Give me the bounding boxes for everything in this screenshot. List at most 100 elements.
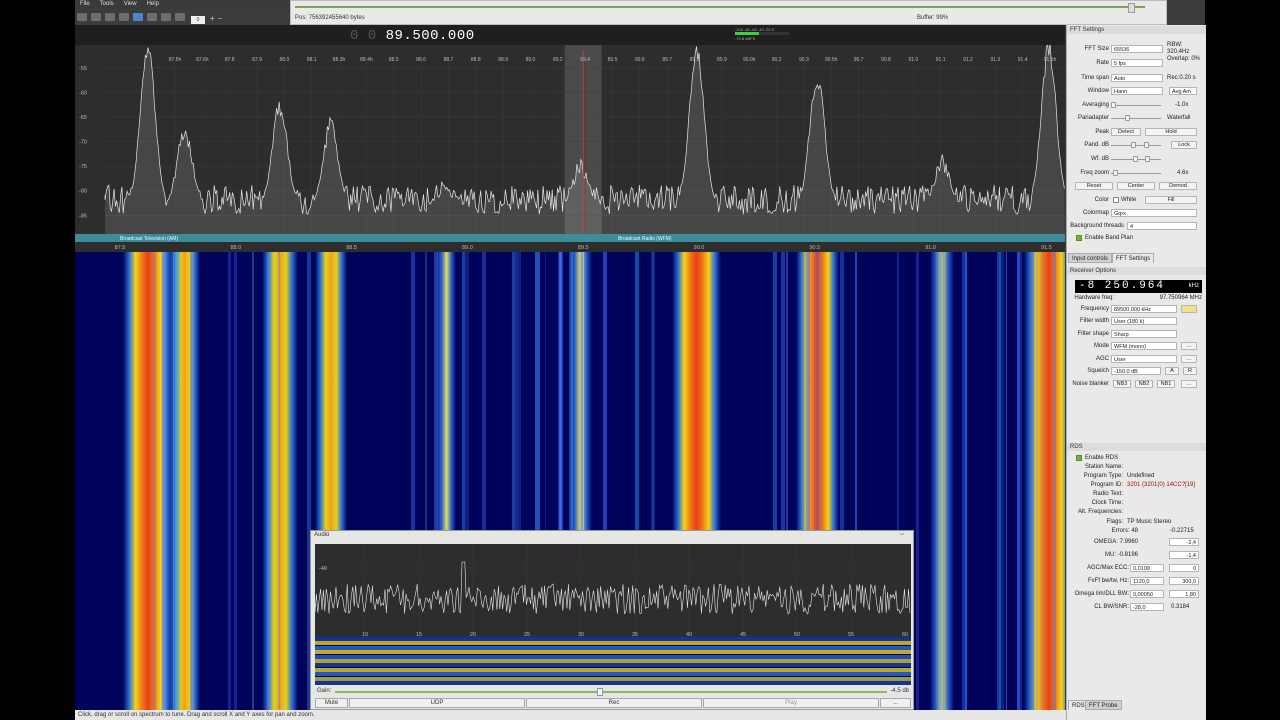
snr-value: 0.3184	[1171, 604, 1190, 610]
panadapter-knob[interactable]	[1124, 115, 1130, 121]
udp-button[interactable]: UDP	[349, 698, 525, 708]
play-button[interactable]: Play	[703, 698, 879, 708]
config-icon[interactable]	[147, 13, 157, 21]
top-tick-label: 89.2	[553, 57, 563, 63]
panadapter-waterfall-slider[interactable]	[1111, 118, 1161, 119]
top-tick-label: 88.7	[444, 57, 454, 63]
lock-button[interactable]: Lock	[1171, 141, 1197, 149]
squelch-auto-button[interactable]: A	[1165, 367, 1179, 375]
mu-field[interactable]: -1,4	[1169, 551, 1199, 559]
zoom-in-icon[interactable]: +	[210, 14, 215, 23]
offset-frequency-lcd[interactable]: -8 250.964 kHz	[1075, 280, 1202, 293]
top-tick-label: 88.6	[416, 57, 426, 63]
pand-db-knob-low[interactable]	[1131, 142, 1136, 148]
agc-ecc-field-b[interactable]: 0	[1169, 564, 1199, 572]
top-tick-label: 88.9	[498, 57, 508, 63]
center-button[interactable]: Center	[1117, 182, 1155, 190]
frequency-display[interactable]: 0 0 89.500.000	[350, 28, 475, 44]
mode-options-button[interactable]: ...	[1181, 342, 1197, 350]
fill-button[interactable]: Fill	[1145, 196, 1197, 204]
device-icon[interactable]	[133, 13, 143, 21]
audio-options-button[interactable]: ...	[880, 698, 911, 708]
tab-fft-probe[interactable]: FFT Probe	[1085, 700, 1122, 710]
freq-zoom-slider[interactable]	[1111, 173, 1161, 174]
start-icon[interactable]	[77, 13, 87, 21]
file-position-slider[interactable]	[295, 6, 1145, 8]
timespan-select[interactable]: Auto	[1111, 74, 1163, 82]
tab-fft-settings[interactable]: FFT Settings	[1112, 253, 1155, 263]
stop-icon[interactable]	[91, 13, 101, 21]
squelch-reset-button[interactable]: R	[1183, 367, 1197, 375]
rate-select[interactable]: 5 fps	[1111, 59, 1163, 67]
mute-button[interactable]: Mute	[315, 698, 348, 708]
open-icon[interactable]	[105, 13, 115, 21]
mode-label: Mode	[1093, 343, 1109, 349]
zoom-out-icon[interactable]: −	[218, 14, 223, 23]
toolbar-value-field[interactable]: 0	[190, 16, 205, 24]
squelch-spinbox[interactable]: -150.0 dB	[1111, 367, 1161, 375]
menu-help[interactable]: Help	[142, 0, 164, 9]
menu-view[interactable]: View	[119, 0, 142, 9]
tab-input-controls[interactable]: Input controls	[1068, 253, 1113, 263]
nb2-button[interactable]: NB2	[1135, 380, 1153, 388]
averaging-slider[interactable]	[1111, 105, 1161, 106]
omega-lim-field-a[interactable]: 0,00050	[1130, 590, 1164, 598]
fft-size-select[interactable]: 65536	[1111, 45, 1163, 53]
hold-button[interactable]: Hold	[1145, 128, 1197, 136]
demod-button[interactable]: Demod	[1159, 182, 1197, 190]
audio-spectrum[interactable]: -40 10 15 20 25 30 35 40 45 50 55 60	[315, 544, 911, 637]
mid-tab-bar: Input controls FFT Settings	[1067, 253, 1206, 263]
pand-db-slider[interactable]	[1111, 145, 1161, 146]
filter-width-select[interactable]: User (180 k)	[1111, 317, 1177, 325]
gain-slider[interactable]	[335, 691, 887, 693]
frequency-dim-digits: 0 0	[350, 28, 377, 44]
omega-field[interactable]: -2,4	[1169, 538, 1199, 546]
window-select[interactable]: Hann	[1111, 87, 1163, 95]
nb-options-button[interactable]: ...	[1181, 380, 1197, 388]
pand-db-knob-high[interactable]	[1144, 142, 1149, 148]
menu-file[interactable]: File	[75, 0, 95, 9]
reset-button[interactable]: Reset	[1075, 182, 1113, 190]
band-plan-checkbox[interactable]	[1076, 235, 1082, 241]
nb1-button[interactable]: NB1	[1157, 380, 1175, 388]
spectrum-plot[interactable]: -55 -60 -65 -70 -75 -80 -85 87.5h 87.6h 87.8 87.9 8…	[75, 45, 1065, 252]
meter-readout: -70.8 dBFS	[735, 36, 756, 41]
wf-db-knob-high[interactable]	[1145, 156, 1150, 162]
y-tick-label: -70	[79, 140, 87, 146]
agc-options-button[interactable]: ...	[1181, 355, 1197, 363]
freq-zoom-knob[interactable]	[1113, 170, 1119, 176]
white-checkbox[interactable]	[1113, 197, 1119, 203]
fxff-field-a[interactable]: 1120,0	[1130, 577, 1164, 585]
fxff-field-b[interactable]: 300,0	[1169, 577, 1199, 585]
avg-select[interactable]: Avg Am	[1169, 87, 1197, 95]
rate-label: Rate	[1096, 60, 1109, 66]
frequency-spinbox[interactable]: 89500.000 kHz	[1111, 305, 1177, 313]
lock-icon[interactable]	[1181, 305, 1197, 313]
bg-threads-select[interactable]: 4	[1127, 222, 1197, 230]
cl-bw-field[interactable]: -28,0	[1130, 603, 1164, 611]
agc-select[interactable]: User	[1111, 355, 1177, 363]
colormap-select[interactable]: Gqrx	[1111, 209, 1197, 217]
filter-shape-select[interactable]: Sharp	[1111, 330, 1177, 338]
fullscreen-icon[interactable]	[175, 13, 185, 21]
averaging-knob[interactable]	[1111, 102, 1116, 108]
offset-frequency-value: -8 250.964	[1079, 280, 1166, 292]
rec-button[interactable]: Rec	[526, 698, 702, 708]
file-position-knob[interactable]	[1128, 3, 1135, 13]
white-label: White	[1121, 197, 1137, 203]
nb3-button[interactable]: NB3	[1113, 380, 1131, 388]
audio-waterfall[interactable]	[315, 637, 911, 685]
tools-icon[interactable]	[161, 13, 171, 21]
gain-knob[interactable]	[597, 688, 604, 696]
agc-ecc-field-a[interactable]: 0,0100	[1130, 564, 1164, 572]
mode-select[interactable]: WFM (mono)	[1111, 342, 1177, 350]
enable-rds-checkbox[interactable]	[1076, 455, 1082, 461]
omega-lim-field-b[interactable]: 1,80	[1169, 590, 1199, 598]
detect-button[interactable]: Detect	[1111, 128, 1141, 136]
overlap-label: Overlap: 0%	[1167, 56, 1201, 62]
wf-db-knob-low[interactable]	[1133, 156, 1138, 162]
close-icon[interactable]: ▫▫	[900, 532, 910, 538]
save-icon[interactable]	[119, 13, 129, 21]
top-tick-label: 87.8	[225, 57, 235, 63]
menu-tools[interactable]: Tools	[95, 0, 119, 9]
